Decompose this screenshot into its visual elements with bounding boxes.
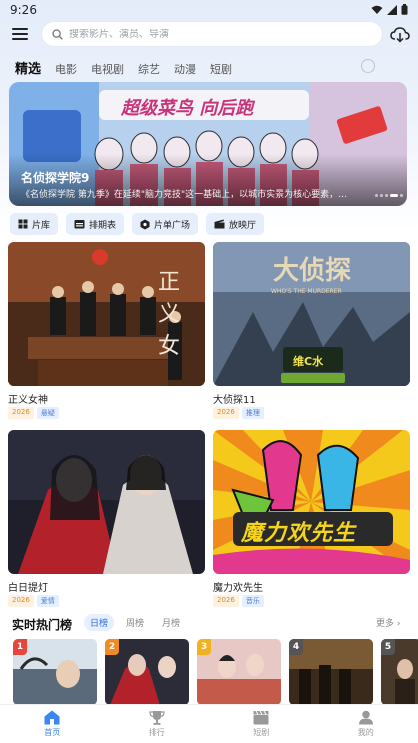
nav-home-label: 首页: [44, 728, 61, 737]
banner-title: 名侦探学院9: [21, 171, 90, 185]
poster-text: 正义女: [158, 270, 183, 359]
year-tag: 2026: [213, 595, 239, 607]
media-card[interactable]: 魔力欢先生 魔力欢先生 2026 音乐: [213, 430, 410, 607]
hot-list-tabs: 日榜 周榜 月榜: [84, 614, 186, 631]
poster-text: 大侦探: [273, 256, 352, 286]
film-library-icon: [18, 219, 28, 229]
cinema-icon: [214, 219, 225, 229]
signal-icon: [387, 4, 397, 15]
rank-badge: 4: [289, 639, 303, 655]
home-icon: [44, 710, 60, 725]
bottom-navigation: 首页 排行 短剧 我的: [0, 704, 418, 743]
poster-image: 大侦探 WHO'S THE MURDERER 维C水: [213, 242, 410, 386]
rank-badge: 1: [13, 639, 27, 655]
hot-list-row: 1 2 3 4 5: [13, 639, 418, 705]
genre-tag: 爱情: [36, 595, 59, 607]
rank-badge: 2: [105, 639, 119, 655]
nav-ranking-label: 排行: [148, 728, 165, 737]
hot-list-item[interactable]: 5: [381, 639, 418, 705]
media-card[interactable]: 白日提灯 2026 爱情: [8, 430, 205, 607]
year-tag: 2026: [8, 407, 34, 419]
card-title: 白日提灯: [8, 583, 48, 594]
banner-pagination: [375, 194, 403, 197]
nav-profile[interactable]: 我的: [314, 705, 418, 743]
playlist-icon: [140, 219, 150, 229]
loading-circle-icon: [361, 59, 375, 73]
category-tabs: 精选 电影 电视剧 综艺 动漫 短剧: [15, 58, 246, 77]
status-time: 9:26: [10, 3, 37, 17]
user-icon: [358, 710, 373, 725]
tab-variety[interactable]: 综艺: [138, 61, 160, 77]
genre-tag: 推理: [241, 407, 264, 419]
quick-actions: 片库 排期表 片单广场 放映厅: [10, 213, 265, 235]
search-input[interactable]: [69, 28, 349, 40]
status-icons: [371, 4, 408, 15]
banner-description: 《名侦探学院 第九季》在延续"脑力竞技"这一基础上，以城市实景为核心要素，开创…: [21, 190, 351, 200]
hot-list-title: 实时热门榜: [12, 618, 73, 632]
menu-icon[interactable]: [12, 26, 30, 42]
schedule-icon: [74, 220, 85, 229]
nav-short-drama-label: 短剧: [253, 728, 270, 737]
cloud-download-icon[interactable]: [390, 25, 410, 43]
more-label: 更多: [376, 619, 395, 629]
tab-movies[interactable]: 电影: [55, 61, 77, 77]
trophy-icon: [149, 711, 165, 725]
hot-list-item[interactable]: 1: [13, 639, 97, 705]
hot-list-item[interactable]: 2: [105, 639, 189, 705]
chevron-right-icon: ›: [396, 619, 401, 629]
tab-monthly[interactable]: 月榜: [156, 614, 186, 631]
nav-short-drama[interactable]: 短剧: [209, 705, 314, 743]
film-library-label: 片库: [32, 220, 51, 231]
card-title: 正义女神: [8, 395, 48, 406]
playlist-square-button[interactable]: 片单广场: [132, 213, 199, 235]
nav-ranking[interactable]: 排行: [105, 705, 210, 743]
banner-logo-text: 超级菜鸟 向后跑: [121, 98, 254, 119]
wifi-icon: [371, 5, 383, 14]
schedule-label: 排期表: [89, 220, 117, 231]
poster-image: 正义女: [8, 242, 205, 386]
year-tag: 2026: [213, 407, 239, 419]
rank-badge: 5: [381, 639, 395, 655]
poster-text: 魔力欢先生: [241, 521, 357, 546]
poster-subtitle: WHO'S THE MURDERER: [271, 288, 342, 295]
year-tag: 2026: [8, 595, 34, 607]
tab-anime[interactable]: 动漫: [174, 61, 196, 77]
clapperboard-icon: [253, 710, 269, 725]
more-link[interactable]: 更多 ›: [376, 616, 401, 629]
card-title: 魔力欢先生: [213, 583, 263, 594]
tab-tv-series[interactable]: 电视剧: [91, 61, 124, 77]
tab-short-drama[interactable]: 短剧: [210, 61, 232, 77]
search-icon: [52, 28, 63, 40]
tab-daily[interactable]: 日榜: [84, 614, 115, 631]
card-title: 大侦探11: [213, 395, 256, 406]
poster-sponsor: 维C水: [293, 355, 324, 368]
battery-icon: [401, 4, 408, 15]
cinema-label: 放映厅: [229, 220, 257, 231]
genre-tag: 悬疑: [36, 407, 59, 419]
genre-tag: 音乐: [241, 595, 264, 607]
status-bar: 9:26: [0, 0, 418, 22]
media-card[interactable]: 正义女 正义女神 2026 悬疑: [8, 242, 205, 419]
featured-banner[interactable]: 超级菜鸟 向后跑 名侦探学院9 《名侦探学院 第九季》在延续"脑力竞技"这一基础…: [9, 82, 407, 206]
tab-weekly[interactable]: 周榜: [120, 614, 150, 631]
nav-profile-label: 我的: [357, 728, 374, 737]
hot-list-item[interactable]: 4: [289, 639, 373, 705]
search-bar[interactable]: [42, 22, 382, 46]
nav-home[interactable]: 首页: [0, 705, 105, 743]
playlist-square-label: 片单广场: [154, 220, 191, 231]
film-library-button[interactable]: 片库: [10, 213, 59, 235]
poster-image: 魔力欢先生: [213, 430, 410, 574]
poster-image: [8, 430, 205, 574]
tab-featured[interactable]: 精选: [15, 58, 41, 77]
schedule-button[interactable]: 排期表: [66, 213, 125, 235]
hot-list-item[interactable]: 3: [197, 639, 281, 705]
rank-badge: 3: [197, 639, 211, 655]
media-card[interactable]: 大侦探 WHO'S THE MURDERER 维C水 大侦探11 2026 推理: [213, 242, 410, 419]
cinema-button[interactable]: 放映厅: [206, 213, 265, 235]
